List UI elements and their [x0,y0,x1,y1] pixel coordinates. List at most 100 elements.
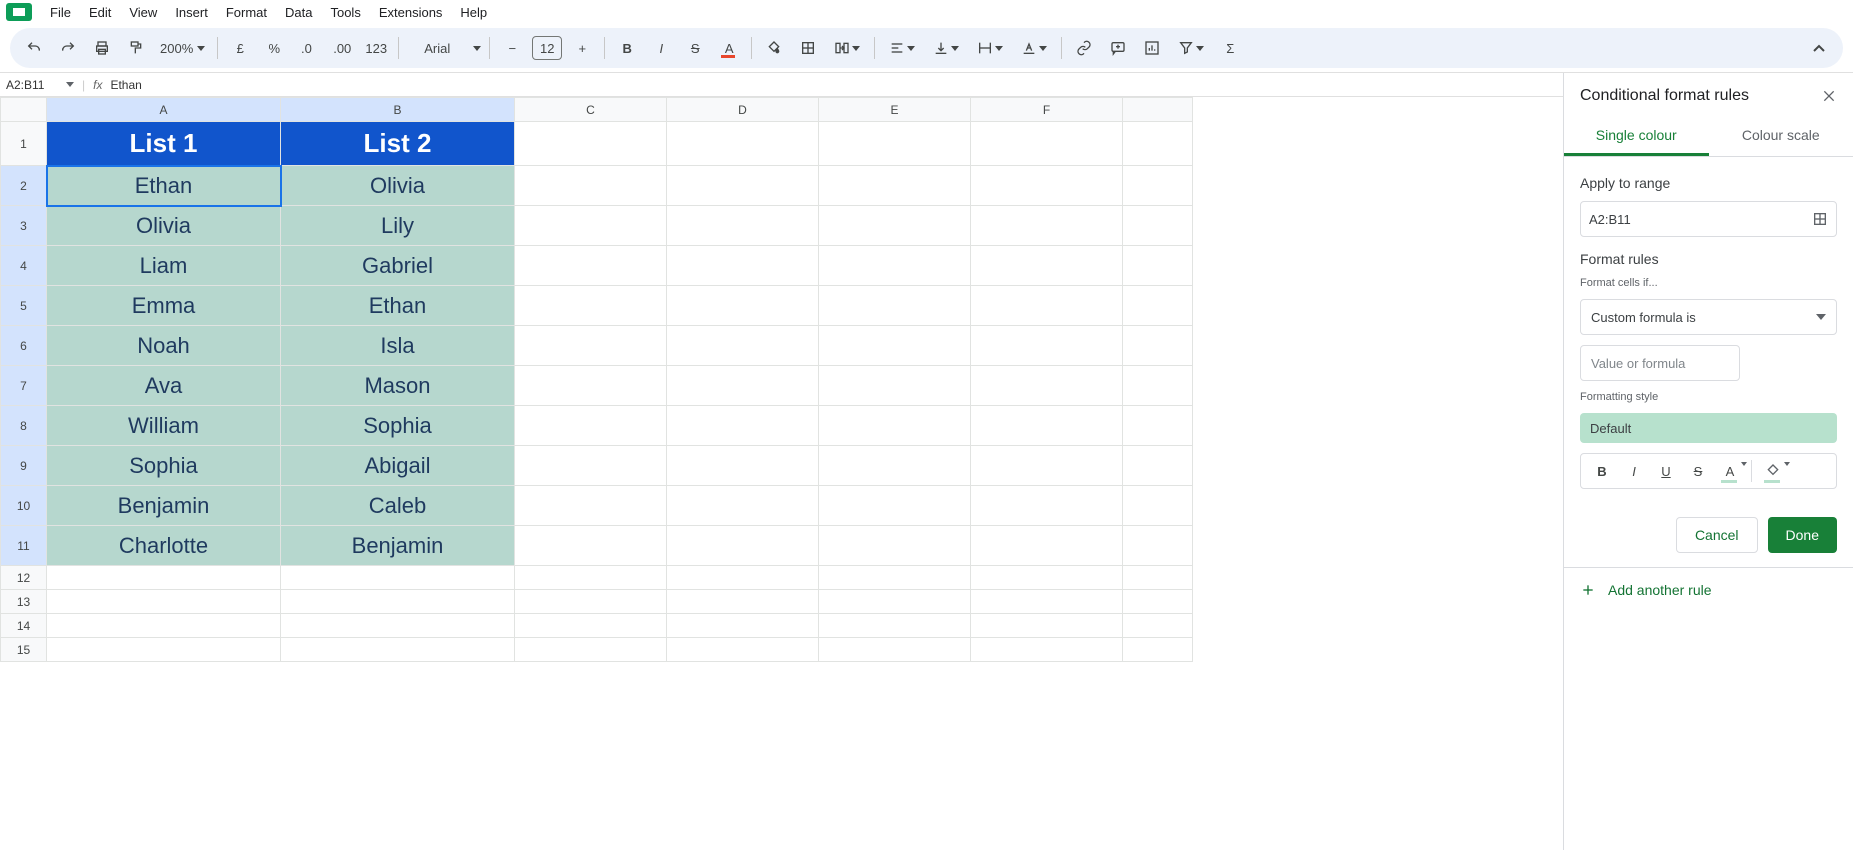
bold-button[interactable]: B [613,34,641,62]
cell[interactable]: Abigail [281,446,515,486]
close-sidebar-button[interactable] [1821,88,1837,104]
cell[interactable] [515,366,667,406]
cell[interactable]: Noah [47,326,281,366]
borders-button[interactable] [794,34,822,62]
cell[interactable] [971,566,1123,590]
insert-comment-button[interactable] [1104,34,1132,62]
strikethrough-button[interactable]: S [681,34,709,62]
decrease-font-button[interactable]: − [498,34,526,62]
style-fill-color-button[interactable] [1758,456,1788,486]
cell[interactable] [1123,246,1193,286]
cell[interactable] [819,446,971,486]
cell[interactable] [515,286,667,326]
cell[interactable] [971,246,1123,286]
cancel-button[interactable]: Cancel [1676,517,1758,553]
italic-button[interactable]: I [647,34,675,62]
cell[interactable] [515,638,667,662]
cell[interactable]: Olivia [47,206,281,246]
text-rotation-button[interactable] [1015,34,1053,62]
select-all-corner[interactable] [1,98,47,122]
menu-insert[interactable]: Insert [167,3,216,22]
default-style-preview[interactable]: Default [1580,413,1837,443]
font-family-dropdown[interactable]: Arial [407,34,467,62]
cell[interactable] [1123,638,1193,662]
cell[interactable]: Isla [281,326,515,366]
row-header[interactable]: 5 [1,286,47,326]
merge-cells-button[interactable] [828,34,866,62]
cell[interactable]: Ethan [281,286,515,326]
cell[interactable] [515,614,667,638]
cell[interactable] [667,526,819,566]
cell[interactable] [1123,446,1193,486]
cell[interactable] [281,638,515,662]
cell[interactable] [47,566,281,590]
style-bold-button[interactable]: B [1587,456,1617,486]
col-header-d[interactable]: D [667,98,819,122]
currency-button[interactable]: £ [226,34,254,62]
cell[interactable] [667,638,819,662]
spreadsheet-grid[interactable]: A B C D E F 1 List 1 List 2 2EthanO [0,97,1193,662]
cell[interactable] [1123,590,1193,614]
cell[interactable] [971,286,1123,326]
cell[interactable] [667,366,819,406]
row-header[interactable]: 1 [1,122,47,166]
cell[interactable]: Charlotte [47,526,281,566]
cell[interactable] [1123,166,1193,206]
cell[interactable]: Gabriel [281,246,515,286]
increase-font-button[interactable]: + [568,34,596,62]
cell[interactable] [47,590,281,614]
formula-value-input[interactable]: Value or formula [1580,345,1740,381]
more-formats-button[interactable]: 123 [362,34,390,62]
zoom-dropdown[interactable]: 200% [156,34,209,62]
cell[interactable] [515,566,667,590]
cell[interactable] [515,166,667,206]
font-size-input[interactable]: 12 [532,36,562,60]
cell[interactable] [971,366,1123,406]
cell[interactable]: Lily [281,206,515,246]
cell[interactable] [667,122,819,166]
cell[interactable] [819,206,971,246]
row-header[interactable]: 2 [1,166,47,206]
cell[interactable] [819,638,971,662]
cell[interactable] [515,206,667,246]
row-header[interactable]: 15 [1,638,47,662]
insert-link-button[interactable] [1070,34,1098,62]
cell[interactable]: Caleb [281,486,515,526]
decrease-decimal-button[interactable]: .0 [294,34,322,62]
cell[interactable]: Benjamin [281,526,515,566]
add-another-rule-button[interactable]: Add another rule [1564,568,1853,612]
cell[interactable]: List 1 [47,122,281,166]
chevron-down-icon[interactable] [66,82,74,87]
style-strikethrough-button[interactable]: S [1683,456,1713,486]
cell[interactable] [281,590,515,614]
cell[interactable]: Benjamin [47,486,281,526]
menu-extensions[interactable]: Extensions [371,3,451,22]
row-header[interactable]: 10 [1,486,47,526]
row-header[interactable]: 13 [1,590,47,614]
row-header[interactable]: 11 [1,526,47,566]
cell[interactable]: List 2 [281,122,515,166]
cell[interactable] [667,614,819,638]
menu-data[interactable]: Data [277,3,320,22]
cell[interactable]: Sophia [47,446,281,486]
name-box[interactable]: A2:B11 [6,78,58,92]
cell[interactable]: Ava [47,366,281,406]
col-header-f[interactable]: F [971,98,1123,122]
print-button[interactable] [88,34,116,62]
cell[interactable] [819,122,971,166]
cell[interactable] [971,206,1123,246]
cell[interactable] [819,166,971,206]
menu-help[interactable]: Help [452,3,495,22]
text-wrap-button[interactable] [971,34,1009,62]
cell[interactable] [1123,286,1193,326]
cell[interactable] [971,122,1123,166]
cell[interactable] [1123,566,1193,590]
cell[interactable] [667,590,819,614]
col-header-c[interactable]: C [515,98,667,122]
cell[interactable] [971,446,1123,486]
cell[interactable] [667,446,819,486]
row-header[interactable]: 7 [1,366,47,406]
col-header-b[interactable]: B [281,98,515,122]
cell[interactable] [47,638,281,662]
cell[interactable] [819,590,971,614]
